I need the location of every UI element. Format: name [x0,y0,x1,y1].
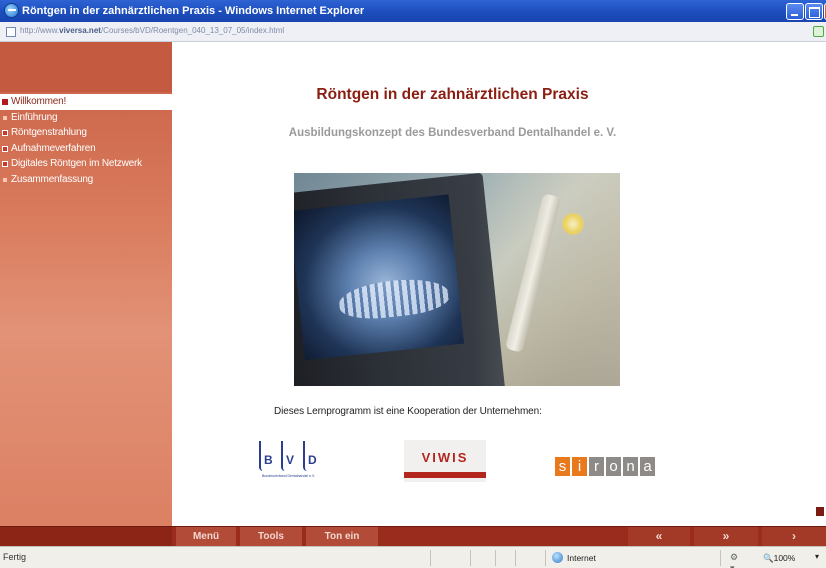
sidebar-item-label: Einführung [11,111,58,123]
bvd-logo: B V D Bundesverband Dentalhandel e.V. [253,437,343,487]
sidebar-item-label: Willkommen! [11,96,67,107]
sidebar-item-willkommen[interactable]: Willkommen! [0,94,172,110]
title-bar: Röntgen in der zahnärztlichen Praxis - W… [0,0,826,22]
bvd-bar [281,441,285,471]
xray-teeth [337,274,451,323]
sirona-letter: a [640,457,655,476]
browser-window: Röntgen in der zahnärztlichen Praxis - W… [0,0,826,568]
address-bar[interactable]: http://www.viversa.net/Courses/bVD/Roent… [0,22,826,42]
ie-icon [4,3,19,18]
bvd-caption: Bundesverband Dentalhandel e.V. [262,474,315,478]
bvd-letter: B [264,453,273,467]
zoom-value: 100% [773,553,796,563]
bottom-nav-bar: Menü Tools Ton ein « » › [0,526,826,546]
sidebar-nav: Willkommen! Einführung Röntgenstrahlung … [0,94,172,187]
dental-xray-photo [294,173,620,386]
photo-background [474,173,620,386]
sirona-letter: n [623,457,638,476]
sidebar-item-label: Röntgenstrahlung [11,127,87,138]
sirona-letter: s [555,457,570,476]
status-divider [470,550,471,566]
url-prefix: http://www. [20,26,60,35]
status-text: Fertig [3,552,27,562]
status-divider [720,550,721,566]
page-icon [6,27,16,37]
sidebar-item-aufnahmeverfahren[interactable]: Aufnahmeverfahren [0,141,172,157]
url-path: /Courses/bVD/Roentgen_040_13_07_05/index… [100,26,285,35]
sidebar-item-zusammenfassung[interactable]: Zusammenfassung [0,172,172,188]
xray-screen [294,194,465,361]
previous-button[interactable]: « [628,527,690,546]
sirona-letter: r [589,457,604,476]
forward-button[interactable]: › [762,527,826,546]
viwis-text: VIWIS [421,450,469,465]
bvd-letter: V [286,453,295,467]
zoom-dropdown-icon[interactable]: ▾ [815,552,819,561]
sirona-letter: i [572,457,587,476]
sirona-letter: o [606,457,621,476]
internet-globe-icon [552,552,563,563]
url-domain: viversa.net [59,26,101,35]
viwis-bar [404,472,486,478]
zoom-level[interactable]: 🔍100% [763,553,795,564]
sidebar-item-roentgenstrahlung[interactable]: Röntgenstrahlung [0,125,172,141]
bullet-square-icon [2,145,8,152]
go-icon[interactable] [813,26,824,37]
sidebar-item-label: Digitales Röntgen im Netzwerk [11,158,142,169]
bottom-nav-left [0,527,172,546]
address-url[interactable]: http://www.viversa.net/Courses/bVD/Roent… [20,26,284,35]
sidebar-item-digitales-roentgen[interactable]: Digitales Röntgen im Netzwerk [0,156,172,172]
bvd-letter: D [308,453,317,467]
bvd-bar [303,441,307,471]
status-bar: Fertig Internet ⚙ ▾ 🔍100% ▾ [0,546,826,568]
window-title: Röntgen in der zahnärztlichen Praxis - W… [22,5,365,17]
menu-button[interactable]: Menü [176,527,236,546]
status-divider [515,550,516,566]
resize-handle-icon[interactable] [816,507,824,516]
security-zone[interactable]: Internet [567,553,596,563]
sirona-logo: s i r o n a [555,455,665,479]
page-title: Röntgen in der zahnärztlichen Praxis [316,86,589,103]
bullet-dot-icon [3,115,7,120]
page-subtitle: Ausbildungskonzept des Bundesverband Den… [288,127,617,139]
sidebar-item-label: Zusammenfassung [11,173,94,185]
next-button[interactable]: » [694,527,758,546]
status-divider [430,550,431,566]
sidebar-header [0,42,172,92]
bullet-square-icon [2,130,8,136]
bvd-bar [259,441,263,471]
maximize-button[interactable] [805,3,823,20]
status-divider [545,550,546,566]
status-divider [495,550,496,566]
viwis-logo: VIWIS [404,440,486,482]
sidebar-item-einfuehrung[interactable]: Einführung [0,110,172,126]
bullet-square-icon [2,99,8,105]
minimize-button[interactable] [786,3,804,20]
sidebar-item-label: Aufnahmeverfahren [11,142,96,154]
bullet-dot-icon [3,177,7,182]
sound-on-button[interactable]: Ton ein [306,527,378,546]
protected-mode-icon[interactable]: ⚙ ▾ [730,552,742,568]
cooperation-text: Dieses Lernprogramm ist eine Kooperation… [274,406,542,417]
bullet-square-icon [2,161,8,167]
tools-button[interactable]: Tools [240,527,302,546]
